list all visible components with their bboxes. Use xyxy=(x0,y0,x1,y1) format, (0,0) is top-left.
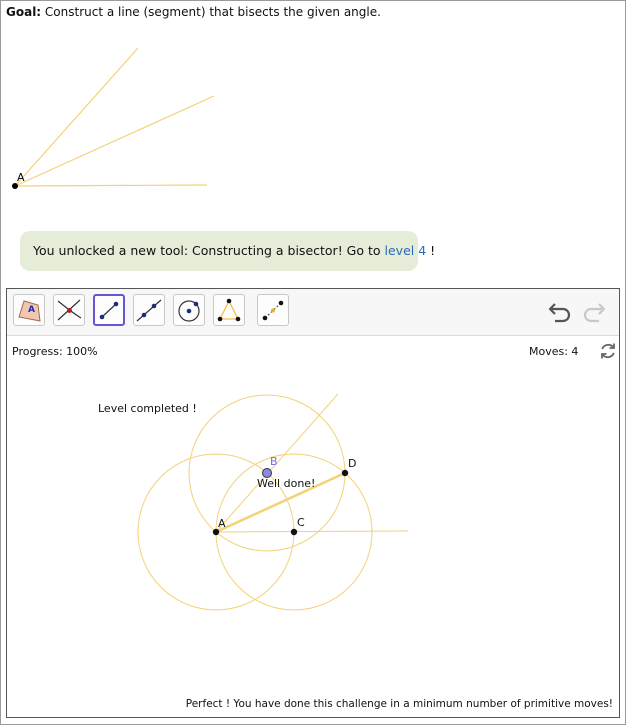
perfect-message: Perfect ! You have done this challenge i… xyxy=(186,698,613,710)
ray-a-lower xyxy=(215,530,409,533)
line-icon xyxy=(136,299,162,322)
svg-text:A: A xyxy=(28,305,35,315)
banner-text: You unlocked a new tool: Constructing a … xyxy=(33,243,385,258)
level-completed-text: Level completed ! xyxy=(98,402,197,415)
point-d-label: D xyxy=(348,457,356,470)
polygon-move-tool[interactable]: A xyxy=(13,294,45,326)
intersect-tool[interactable] xyxy=(53,294,85,326)
point-c[interactable] xyxy=(290,528,298,536)
point-c-label: C xyxy=(297,516,305,529)
unlock-banner: You unlocked a new tool: Constructing a … xyxy=(20,231,435,271)
segment-icon xyxy=(99,301,119,320)
preview-figure: A xyxy=(12,47,215,189)
midpoint-tool[interactable] xyxy=(257,294,289,326)
preview-point-a-label: A xyxy=(17,171,25,184)
redo-icon[interactable] xyxy=(581,299,607,323)
well-done-text: Well done! xyxy=(257,477,315,490)
intersect-icon xyxy=(57,299,82,321)
polygon-move-icon: A xyxy=(18,300,41,322)
toolbar: A xyxy=(7,289,619,336)
circle-icon xyxy=(178,300,200,322)
construction-canvas[interactable]: Level completed ! A B C D Well done! Per… xyxy=(7,335,619,717)
preview-ray-upper xyxy=(14,47,139,187)
preview-bisector-line xyxy=(14,95,215,187)
triangle-tool[interactable] xyxy=(213,294,245,326)
preview-ray-lower xyxy=(14,184,208,187)
triangle-points-icon xyxy=(217,298,241,322)
construction-applet: A Progress: 100% Moves: 4 Level complete… xyxy=(6,288,620,718)
undo-icon[interactable] xyxy=(547,299,573,323)
circle-tool[interactable] xyxy=(173,294,205,326)
point-a-label: A xyxy=(218,517,226,530)
point-b-label: B xyxy=(270,455,278,468)
midpoint-icon xyxy=(262,300,284,321)
level-4-link[interactable]: level 4 xyxy=(385,243,427,258)
line-tool[interactable] xyxy=(133,294,165,326)
point-d[interactable] xyxy=(341,469,349,477)
segment-tool[interactable] xyxy=(93,294,125,326)
banner-text-end: ! xyxy=(426,243,436,258)
